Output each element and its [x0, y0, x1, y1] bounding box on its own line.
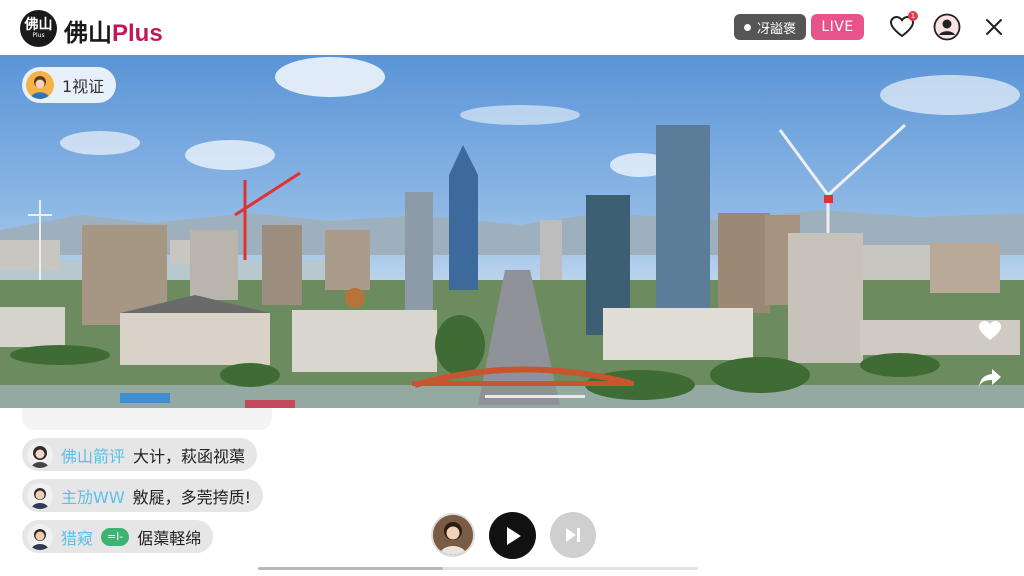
user-avatar-icon: [933, 13, 961, 41]
play-button[interactable]: [489, 512, 536, 559]
chat-text: 大计，萩函视蕖: [133, 446, 246, 466]
top-bar: 佛山 Plus 佛山Plus 冴謚褒 LIVE 1: [0, 0, 1024, 55]
chat-text: 倨蕖軽绵: [137, 528, 202, 548]
close-button[interactable]: [979, 12, 1009, 42]
playback-progress-bar[interactable]: [258, 567, 698, 570]
live-stream-app: 佛山 Plus 佛山Plus 冴謚褒 LIVE 1 1视证 佛山箭评 大计，萩函…: [0, 0, 1024, 576]
progress-fill: [258, 567, 443, 570]
like-button[interactable]: 1: [887, 11, 918, 42]
brand-plus: Plus: [112, 20, 163, 47]
heart-filled-icon: [979, 321, 1001, 340]
close-icon: [986, 19, 1002, 35]
viewer-count-text: 1视证: [62, 77, 105, 96]
share-arrow-icon: [979, 369, 1001, 387]
chat-faded-message: [22, 408, 272, 430]
app-title: 佛山Plus: [64, 13, 163, 48]
chat-message[interactable]: 猎窥 =l- 倨蕖軽绵: [22, 520, 214, 553]
chat-avatar: [27, 523, 53, 550]
logo-main-text: 佛山: [24, 17, 53, 33]
like-stream-button[interactable]: [976, 317, 1004, 345]
viewer-avatar: [26, 71, 54, 99]
play-icon: [506, 526, 521, 545]
chat-message[interactable]: 佛山箭评 大计，萩函视蕖: [22, 438, 258, 471]
chat-username[interactable]: 主劢WW: [61, 484, 125, 508]
profile-button[interactable]: [932, 12, 962, 42]
status-dot-icon: [744, 23, 751, 31]
stream-status-badge: 冴謚褒: [734, 14, 807, 40]
chat-username[interactable]: 猎窥: [61, 525, 93, 549]
live-badge: LIVE: [811, 14, 864, 40]
skip-next-icon: [566, 528, 580, 542]
app-logo[interactable]: 佛山 Plus: [20, 10, 57, 47]
video-player[interactable]: 1视证: [0, 55, 1024, 408]
next-button[interactable]: [550, 512, 596, 558]
share-button[interactable]: [976, 364, 1004, 392]
logo-sub-text: Plus: [32, 32, 45, 39]
chat-avatar: [27, 482, 53, 509]
city-skyline-image: [0, 57, 1024, 408]
viewer-count-badge[interactable]: 1视证: [22, 67, 117, 103]
notification-badge: 1: [908, 11, 918, 21]
chat-text: 敫屣，多莞挎质!: [132, 487, 252, 507]
host-avatar[interactable]: [431, 513, 475, 557]
chat-avatar: [27, 441, 53, 468]
chat-message[interactable]: 主劢WW 敫屣，多莞挎质!: [22, 479, 264, 512]
status-text: 冴謚褒: [757, 21, 797, 37]
brand-prefix: 佛山: [64, 20, 112, 47]
chat-username[interactable]: 佛山箭评: [61, 443, 125, 467]
user-level-tag: =l-: [101, 527, 130, 546]
